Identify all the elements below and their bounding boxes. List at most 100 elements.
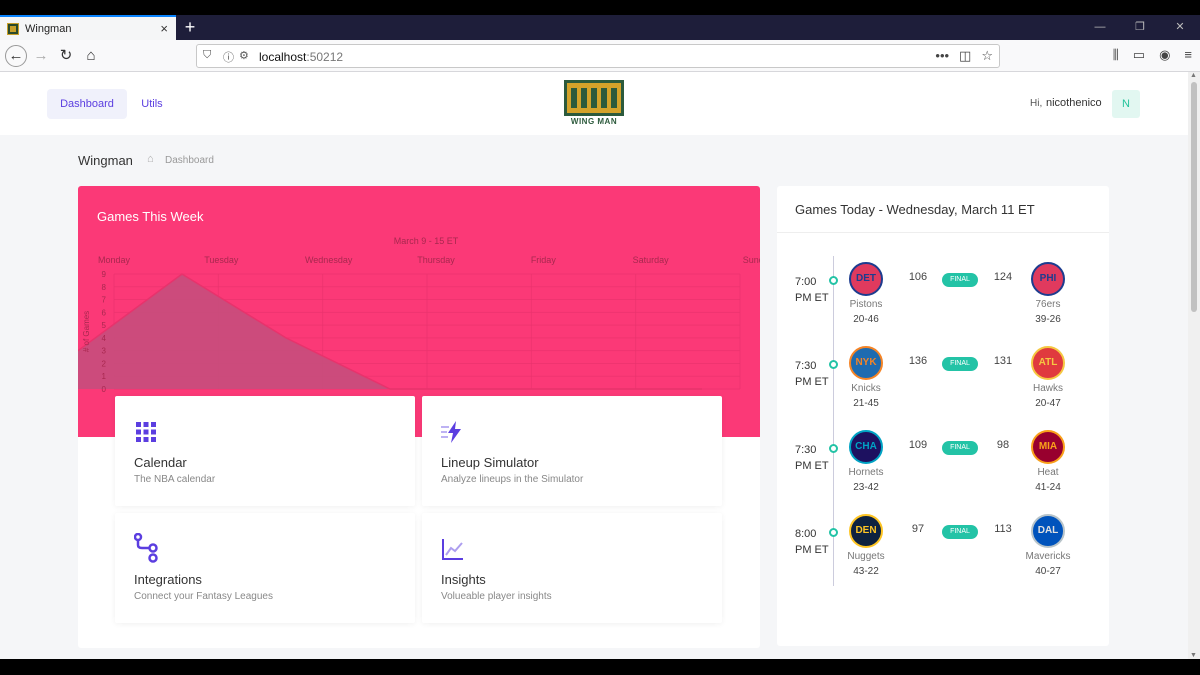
more-actions-icon[interactable]: ••• [935,48,949,64]
shield-icon[interactable]: ⛉ [203,49,211,62]
away-team-logo[interactable]: PHI [1031,262,1065,296]
timeline-dot [829,360,838,369]
divider [777,232,1109,233]
x-tick-label: Sunday [743,255,760,265]
url-bar[interactable]: ⛉ ⓘ ⚙ localhost:50212 ••• ◫ ☆ [196,44,1000,68]
y-tick-label: 4 [102,334,107,343]
game-row[interactable]: 7:30 PM ET NYK Knicks 21-45 136 FINAL 131 ATL Haw… [777,340,1109,424]
sidebar-icon[interactable]: ▭ [1133,47,1145,63]
home-team-record: 23-42 [853,482,879,493]
url-text: localhost:50212 [259,50,344,64]
y-axis-label: # of Games [82,311,91,352]
nav-dashboard[interactable]: Dashboard [47,89,127,119]
card-subtitle: Connect your Fantasy Leagues [134,591,273,602]
away-score: 124 [993,271,1013,283]
permissions-icon[interactable]: ⚙ [239,49,249,62]
close-window-icon[interactable]: ✕ [1160,15,1200,40]
minimize-icon[interactable]: — [1080,15,1120,40]
game-row[interactable]: 7:30 PM ET CHA Hornets 23-42 109 FINAL 98 MIA Hea… [777,424,1109,508]
tab-title: Wingman [25,22,72,35]
status-badge: FINAL [942,441,978,455]
card-integrations[interactable]: Integrations Connect your Fantasy League… [115,513,415,623]
scroll-down-icon[interactable]: ▼ [1190,652,1197,659]
away-score: 98 [996,439,1010,451]
x-tick-label: Wednesday [305,255,353,265]
avatar[interactable]: N [1112,90,1140,118]
username: nicothenico [1046,97,1102,109]
card-lineup-simulator[interactable]: Lineup Simulator Analyze lineups in the … [422,396,722,506]
area-series [78,274,702,389]
game-row[interactable]: 7:00 PM ET DET Pistons 20-46 106 FINAL 124 PHI 76… [777,256,1109,340]
lightning-icon [441,421,461,443]
nav-utils[interactable]: Utils [132,89,172,119]
home-team-record: 21-45 [853,398,879,409]
new-tab-icon[interactable]: + [180,15,200,40]
y-tick-label: 7 [102,296,107,305]
line-chart-icon [442,539,463,560]
away-team-logo[interactable]: MIA [1031,430,1065,464]
home-score: 106 [908,271,928,283]
logo-text: WING MAN [570,117,618,126]
away-team-logo[interactable]: ATL [1031,346,1065,380]
browser-tab[interactable]: Wingman × [0,15,176,40]
wingman-logo[interactable]: WING MAN [564,80,624,128]
x-tick-label: Saturday [633,255,670,265]
card-calendar[interactable]: Calendar The NBA calendar [115,396,415,506]
home-icon[interactable]: ⌂ [80,45,102,67]
game-row[interactable]: 8:00 PM ET DEN Nuggets 43-22 97 FINAL 113 DAL Mav… [777,508,1109,592]
menu-icon[interactable]: ≡ [1184,47,1192,63]
away-team-name: 76ers [1035,299,1061,310]
status-badge: FINAL [942,273,978,287]
close-tab-icon[interactable]: × [160,21,168,36]
home-team-record: 43-22 [853,566,879,577]
x-tick-label: Thursday [417,255,455,265]
card-insights[interactable]: Insights Volueable player insights [422,513,722,623]
home-team-name: Hornets [848,467,884,478]
games-this-week-panel: Games This Week March 9 - 15 ET Monday Tue… [78,186,760,648]
scroll-thumb[interactable] [1191,82,1197,312]
browser-tabbar: Wingman × + — ❐ ✕ [0,15,1200,40]
browser-navbar: ← → ↻ ⌂ ⛉ ⓘ ⚙ localhost:50212 ••• ◫ ☆ ⫼ … [0,40,1200,72]
timeline-dot [829,528,838,537]
home-team-logo[interactable]: DEN [849,514,883,548]
y-tick-label: 9 [102,270,107,279]
account-icon[interactable]: ◉ [1159,47,1170,63]
card-title: Calendar [134,455,187,470]
chart-subtitle: March 9 - 15 ET [394,236,459,246]
grid-icon [136,422,156,442]
page-scrollbar[interactable]: ▲ ▼ [1188,72,1200,659]
restore-icon[interactable]: ❐ [1120,15,1160,40]
breadcrumb-dashboard[interactable]: Dashboard [165,155,214,166]
away-team-logo[interactable]: DAL [1031,514,1065,548]
back-arrow-icon[interactable]: ← [5,45,27,67]
scroll-up-icon[interactable]: ▲ [1190,72,1197,79]
y-tick-label: 3 [102,347,107,356]
screen-bottom-bar [0,659,1200,675]
reload-icon[interactable]: ↻ [55,45,77,67]
nodes-icon [134,533,158,563]
card-title: Integrations [134,572,202,587]
home-icon[interactable]: ⌂ [147,153,154,165]
home-team-record: 20-46 [853,314,879,325]
games-today-panel: Games Today - Wednesday, March 11 ET 7:0… [777,186,1109,646]
wingman-favicon-icon [7,22,19,35]
x-tick-label: Friday [531,255,557,265]
x-tick-label: Tuesday [204,255,239,265]
page-title: Wingman [78,153,133,168]
status-badge: FINAL [942,525,978,539]
pocket-icon[interactable]: ◫ [959,48,971,64]
y-tick-label: 2 [102,359,107,368]
bookmark-star-icon[interactable]: ☆ [981,48,993,64]
away-score: 113 [994,523,1012,535]
page: Dashboard Utils WING MAN Hi, nicothenico… [0,72,1188,659]
info-icon[interactable]: ⓘ [223,49,234,65]
home-team-logo[interactable]: DET [849,262,883,296]
home-team-logo[interactable]: NYK [849,346,883,380]
library-icon[interactable]: ⫼ [1113,47,1119,63]
home-team-logo[interactable]: CHA [849,430,883,464]
timeline-dot [829,276,838,285]
away-team-name: Heat [1037,467,1059,478]
forward-arrow-icon[interactable]: → [30,45,52,67]
away-team-record: 20-47 [1035,398,1061,409]
y-tick-label: 0 [102,385,107,394]
